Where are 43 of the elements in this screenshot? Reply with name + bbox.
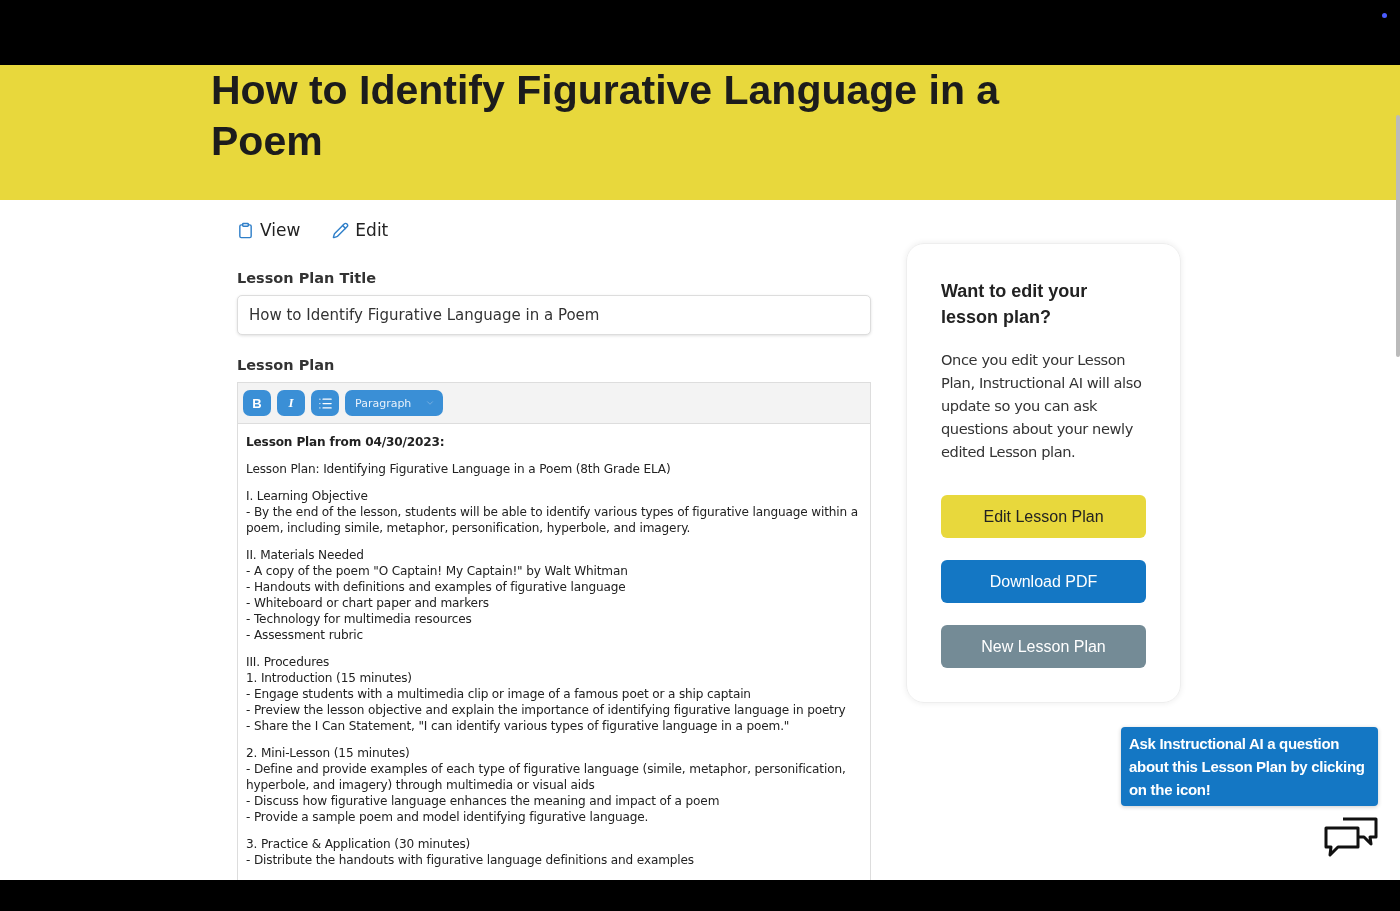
editor-text-line: I. Learning Objective: [246, 488, 369, 504]
editor-text-line: - Handouts with definitions and examples of figurative language: [246, 579, 627, 595]
scrollbar[interactable]: [1396, 115, 1400, 357]
editor-text-line: 3. Practice & Application (30 minutes): [246, 836, 472, 852]
editor-text-line: - Share the I Can Statement, "I can identify various types of figurative language in a poem.": [246, 718, 791, 734]
tab[interactable]: Edit: [332, 220, 389, 240]
action-button[interactable]: Edit Lesson Plan: [941, 495, 1146, 538]
editor-text-line: - Assessment rubric: [246, 627, 365, 643]
list-button[interactable]: [311, 390, 339, 416]
caret-icon: [425, 398, 435, 408]
paragraph-dropdown[interactable]: Paragraph: [345, 390, 443, 416]
field-label: Lesson Plan: [237, 357, 336, 373]
card-title: Want to edit your lesson plan?: [941, 280, 1089, 329]
chat-tooltip: Ask Instructional AI a question about this Lesson Plan by clicking on the icon!: [1121, 727, 1378, 806]
editor-text-line: - A copy of the poem "O Captain! My Captain!" by Walt Whitman: [246, 563, 629, 579]
pencil-icon: [332, 221, 350, 239]
list-icon: [317, 395, 333, 411]
clipboard-icon: [237, 221, 254, 239]
editor-text-line: - Whiteboard or chart paper and markers: [246, 595, 490, 611]
action-button[interactable]: New Lesson Plan: [941, 625, 1146, 668]
editor-text-line: - Discuss how figurative language enhances the meaning and impact of a poem: [246, 793, 721, 809]
editor-heading: Lesson Plan from 04/30/2023:: [246, 434, 446, 450]
status-dot: [1382, 13, 1387, 18]
editor-text-line: 1. Introduction (15 minutes): [246, 670, 413, 686]
card-text: Once you edit your Lesson Plan, Instructional AI will also update so you can ask questions about your newly edited Lesson plan.: [941, 350, 1143, 462]
bold-button[interactable]: B: [243, 390, 271, 416]
field-label: Lesson Plan Title: [237, 270, 378, 286]
editor-text-line: Lesson Plan: Identifying Figurative Language in a Poem (8th Grade ELA): [246, 461, 672, 477]
editor-text-line: - Preview the lesson objective and explain the importance of identifying figurative language in poetry: [246, 702, 847, 718]
tab[interactable]: View: [237, 220, 301, 240]
page-title: How to Identify Figurative Language in a Poem: [211, 66, 1001, 166]
editor-text-line: - Technology for multimedia resources: [246, 611, 473, 627]
editor-text-line: III. Procedures: [246, 654, 331, 670]
editor-text-line: - By the end of the lesson, students will be able to identify various types of figurative language within a poem, including simile, metaphor, personification, hyperbole, and imagery.: [246, 504, 860, 536]
editor-text-line: 2. Mini-Lesson (15 minutes): [246, 745, 411, 761]
action-button[interactable]: Download PDF: [941, 560, 1146, 603]
title-input[interactable]: How to Identify Figurative Language in a Poem: [237, 295, 871, 335]
editor-text-line: - Provide a sample poem and model identifying figurative language.: [246, 809, 650, 825]
italic-button[interactable]: I: [277, 390, 305, 416]
editor-text-line: - Define and provide examples of each type of figurative language (simile, metaphor, personification, hyperbole, and imagery) through multimedia or visual aids: [246, 761, 847, 793]
editor-text-line: - Engage students with a multimedia clip or image of a famous poet or a ship captain: [246, 686, 752, 702]
editor-text-line: II. Materials Needed: [246, 547, 365, 563]
editor-text-line: - Distribute the handouts with figurative language definitions and examples: [246, 852, 695, 868]
